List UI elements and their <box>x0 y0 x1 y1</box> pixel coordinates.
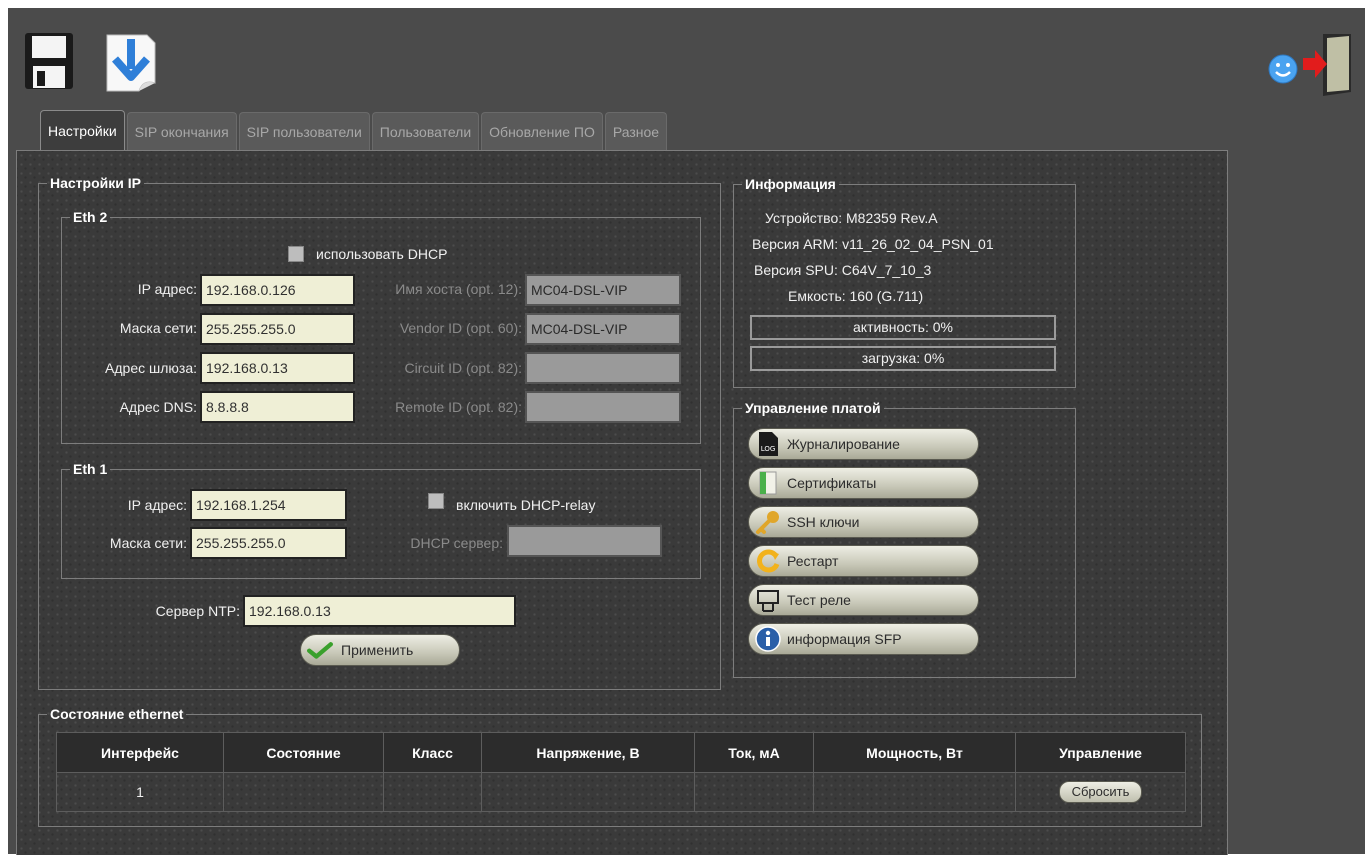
tab-sip-endpoints[interactable]: SIP окончания <box>126 112 237 150</box>
interface-cell: 1 <box>56 772 224 812</box>
tab-sip-users[interactable]: SIP пользователи <box>238 112 370 150</box>
dhcp-server-label: DHCP сервер: <box>410 535 503 551</box>
dhcp-server-input <box>507 525 662 557</box>
info-legend: Информация <box>745 176 836 192</box>
eth1-ip-input[interactable]: 192.168.1.254 <box>190 489 347 521</box>
eth2-gateway-label: Адрес шлюза: <box>105 360 197 376</box>
tab-misc[interactable]: Разное <box>604 112 668 150</box>
sfp-info-label: информация SFP <box>787 631 902 647</box>
restart-label: Рестарт <box>787 553 839 569</box>
checkmark-icon <box>307 637 333 663</box>
spu-version: Версия SPU: C64V_7_10_3 <box>754 262 932 278</box>
circuit-id-input <box>525 352 681 384</box>
tab-bar: Настройки SIP окончания SIP пользователи… <box>40 110 669 150</box>
dhcp-relay-checkbox[interactable] <box>428 493 444 509</box>
info-icon <box>755 626 781 652</box>
column-header-state: Состояние <box>223 732 384 773</box>
circuit-id-label: Circuit ID (opt. 82): <box>404 360 522 376</box>
key-icon <box>755 509 781 535</box>
column-header-power: Мощность, Вт <box>813 732 1016 773</box>
dhcp-relay-label: включить DHCP-relay <box>456 497 596 513</box>
dhcp-checkbox[interactable] <box>288 246 304 262</box>
restart-icon <box>755 548 781 574</box>
eth2-mask-input[interactable]: 255.255.255.0 <box>200 313 355 345</box>
column-header-control: Управление <box>1015 732 1186 773</box>
restart-button[interactable]: Рестарт <box>748 545 979 577</box>
tab-firmware-update[interactable]: Обновление ПО <box>481 112 603 150</box>
ethernet-table: Интерфейс Состояние Класс Напряжение, В … <box>56 732 1186 812</box>
apply-button[interactable]: Применить <box>300 634 460 666</box>
table-row: 1 Сбросить <box>56 772 1186 812</box>
power-cell <box>813 772 1016 812</box>
tab-settings[interactable]: Настройки <box>40 110 125 150</box>
eth2-gateway-input[interactable]: 192.168.0.13 <box>200 352 355 384</box>
log-file-icon: LOG <box>755 431 781 457</box>
eth1-mask-label: Маска сети: <box>109 535 187 551</box>
voltage-cell <box>481 772 695 812</box>
floppy-disk-icon[interactable] <box>24 31 74 91</box>
eth1-group: Eth 1 <box>61 461 701 579</box>
load-bar: загрузка: 0% <box>750 346 1056 371</box>
remote-id-label: Remote ID (opt. 82): <box>395 399 522 415</box>
eth1-ip-label: IP адрес: <box>127 497 187 513</box>
ntp-input[interactable]: 192.168.0.13 <box>243 595 516 627</box>
device-info: Устройство: M82359 Rev.A <box>765 210 938 226</box>
eth1-mask-input[interactable]: 255.255.255.0 <box>190 527 347 559</box>
relay-test-button[interactable]: Тест реле <box>748 584 979 616</box>
remote-id-input <box>525 391 681 423</box>
tab-users[interactable]: Пользователи <box>371 112 480 150</box>
dhcp-label: использовать DHCP <box>316 246 448 262</box>
relay-icon <box>755 587 781 613</box>
certificate-icon <box>755 470 781 496</box>
logging-label: Журналирование <box>787 436 900 452</box>
hostname-input: MC04-DSL-VIP <box>525 274 681 306</box>
column-header-class: Класс <box>383 732 482 773</box>
ssh-keys-label: SSH ключи <box>787 514 860 530</box>
ip-settings-legend: Настройки IP <box>50 175 141 191</box>
control-cell: Сбросить <box>1015 772 1186 812</box>
activity-bar: активность: 0% <box>750 315 1056 340</box>
eth2-legend: Eth 2 <box>73 209 108 225</box>
table-header-row: Интерфейс Состояние Класс Напряжение, В … <box>56 732 1186 773</box>
eth2-dns-input[interactable]: 8.8.8.8 <box>200 391 355 423</box>
eth2-ip-label: IP адрес: <box>137 281 197 297</box>
ntp-label: Сервер NTP: <box>155 603 240 619</box>
download-arrow-icon[interactable] <box>103 33 157 93</box>
hostname-label: Имя хоста (opt. 12): <box>395 281 522 297</box>
exit-door-icon[interactable] <box>1301 32 1353 96</box>
column-header-interface: Интерфейс <box>56 732 224 773</box>
vendor-id-label: Vendor ID (opt. 60): <box>399 320 522 336</box>
column-header-current: Ток, мА <box>694 732 814 773</box>
certificates-label: Сертификаты <box>787 475 877 491</box>
smiley-face-icon <box>1268 54 1298 84</box>
svg-text:LOG: LOG <box>761 445 776 453</box>
relay-test-label: Тест реле <box>787 592 851 608</box>
ethernet-state-legend: Состояние ethernet <box>50 706 184 722</box>
ssh-keys-button[interactable]: SSH ключи <box>748 506 979 538</box>
eth1-legend: Eth 1 <box>73 461 108 477</box>
class-cell <box>383 772 482 812</box>
logging-button[interactable]: LOG Журналирование <box>748 428 979 460</box>
column-header-voltage: Напряжение, В <box>481 732 695 773</box>
reset-button[interactable]: Сбросить <box>1058 781 1143 803</box>
board-control-legend: Управление платой <box>745 400 881 416</box>
eth2-mask-label: Маска сети: <box>119 320 197 336</box>
eth2-ip-input[interactable]: 192.168.0.126 <box>200 274 355 306</box>
certificates-button[interactable]: Сертификаты <box>748 467 979 499</box>
capacity-info: Емкость: 160 (G.711) <box>788 288 924 304</box>
sfp-info-button[interactable]: информация SFP <box>748 623 979 655</box>
eth2-dns-label: Адрес DNS: <box>119 399 197 415</box>
vendor-id-input: MC04-DSL-VIP <box>525 313 681 345</box>
current-cell <box>694 772 814 812</box>
arm-version: Версия ARM: v11_26_02_04_PSN_01 <box>752 236 994 252</box>
state-cell <box>223 772 384 812</box>
apply-button-label: Применить <box>341 642 414 658</box>
